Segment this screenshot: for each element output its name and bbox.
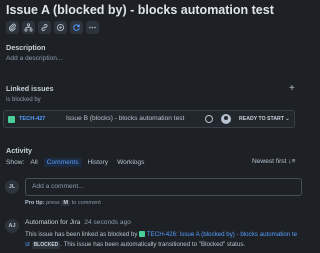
activity-filter-bar: Show: All Comments History Worklogs (6, 158, 147, 167)
paperclip-icon (9, 23, 16, 32)
link-issue-button[interactable] (38, 21, 51, 34)
description-placeholder[interactable]: Add a description... (6, 55, 62, 62)
show-label: Show: (6, 159, 25, 166)
sort-order-button[interactable]: Newest first ↓≡ (252, 158, 295, 165)
linked-issue-summary[interactable]: Issue B (blocks) - blocks automation tes… (66, 115, 184, 122)
description-heading: Description (6, 43, 46, 52)
apps-button[interactable] (54, 21, 67, 34)
sort-label: Newest first (252, 158, 287, 165)
pro-tip-label: Pro tip: (25, 200, 45, 206)
pro-tip-text-end: to comment (71, 200, 101, 206)
issue-title[interactable]: Issue A (blocked by) - blocks automation… (6, 3, 274, 17)
activity-text-post: . This issue has been automatically tran… (60, 241, 246, 248)
more-icon (89, 26, 96, 29)
child-issues-icon (24, 23, 33, 32)
activity-entry-body: This issue has been linked as blocked by… (25, 230, 303, 250)
story-icon (8, 116, 15, 123)
linked-issue-row[interactable]: TECH-427 Issue B (blocks) - blocks autom… (3, 110, 295, 128)
link-type-label: is blocked by (6, 97, 41, 103)
add-child-issue-button[interactable] (22, 21, 35, 34)
activity-text-pre: This issue has been linked as blocked by (25, 231, 138, 238)
more-actions-button[interactable] (86, 21, 99, 34)
comment-pro-tip: Pro tip: press M to comment (25, 200, 101, 206)
activity-heading: Activity (6, 146, 32, 155)
filter-all[interactable]: All (27, 158, 40, 167)
status-lozenge: BLOCKED (31, 241, 61, 249)
link-icon (41, 23, 48, 32)
linked-issue-key[interactable]: TECH-427 (19, 116, 45, 122)
status-dropdown[interactable]: READY TO START ⌄ (236, 114, 293, 124)
attach-button[interactable] (6, 21, 19, 34)
sort-icon: ↓≡ (288, 158, 296, 165)
add-linked-issue-button[interactable]: + (289, 84, 295, 94)
story-icon (139, 230, 146, 237)
status-label: READY TO START (239, 116, 284, 122)
activity-entry-header: Automation for Jira 24 seconds ago (25, 219, 131, 226)
chevron-down-icon: ⌄ (285, 116, 290, 122)
priority-icon (205, 115, 213, 123)
assignee-avatar[interactable] (221, 114, 231, 124)
issue-toolbar (6, 21, 99, 34)
automation-icon (73, 24, 80, 31)
automation-button[interactable] (70, 21, 83, 34)
shortcut-key: M (61, 200, 71, 206)
filter-comments[interactable]: Comments (43, 158, 82, 167)
filter-history[interactable]: History (85, 158, 112, 167)
linked-issues-heading: Linked issues (6, 84, 54, 93)
pro-tip-text: press (46, 200, 60, 206)
apps-icon (56, 23, 65, 32)
activity-time: 24 seconds ago (84, 219, 131, 226)
current-user-avatar: JL (5, 180, 19, 194)
automation-avatar: AJ (5, 219, 19, 233)
filter-worklogs[interactable]: Worklogs (114, 158, 147, 167)
comment-input[interactable]: Add a comment... (25, 178, 302, 196)
activity-author[interactable]: Automation for Jira (25, 219, 80, 226)
